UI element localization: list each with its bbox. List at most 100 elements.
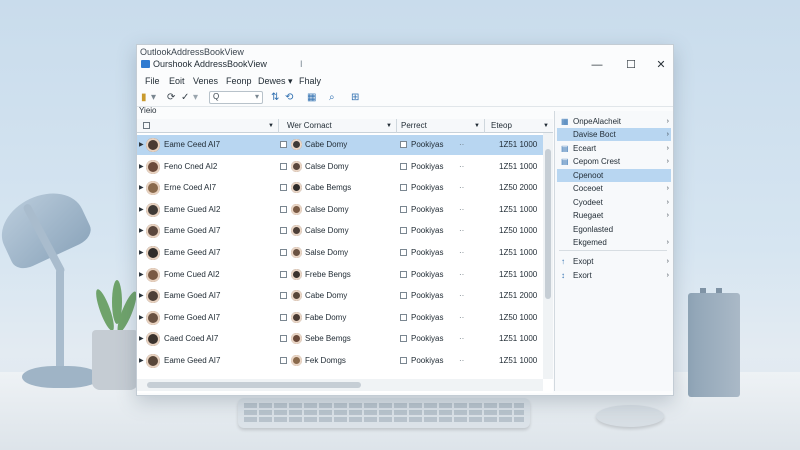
sync-icon[interactable]: ⟲	[285, 92, 293, 104]
avatar	[146, 159, 160, 174]
context-menu-item[interactable]: Cpenoot	[557, 169, 671, 182]
refresh-icon[interactable]: ⟳	[167, 92, 175, 104]
context-menu-item[interactable]: ↕ Exort ›	[557, 269, 671, 282]
row-checkbox[interactable]	[280, 184, 287, 192]
mouse	[596, 405, 664, 427]
menu-view[interactable]: Venes	[193, 76, 218, 86]
row-checkbox[interactable]	[280, 205, 287, 213]
row-checkbox[interactable]	[400, 292, 407, 300]
context-menu-item[interactable]: Ruegaet ›	[557, 209, 671, 222]
row-checkbox[interactable]	[280, 227, 287, 235]
context-menu-item[interactable]: ▦ OnpeAlacheit ›	[557, 115, 671, 128]
table-row[interactable]: ▶ Eame Goed AI7 Cabe Domy Pookiyas ·· 1Z51 20…	[137, 286, 543, 306]
row-checkbox[interactable]	[280, 335, 287, 343]
expand-arrow-icon[interactable]: ▶	[139, 135, 144, 155]
table-row[interactable]: ▶ Eame Geed AI7 Fek Domgs Pookiyas ·· 1Z51 10…	[137, 351, 543, 371]
horizontal-scrollbar[interactable]	[137, 379, 543, 391]
row-checkbox[interactable]	[400, 227, 407, 235]
menu-item-icon: ▤	[561, 144, 569, 153]
expand-arrow-icon[interactable]: ▶	[139, 308, 144, 328]
dropdown-icon[interactable]: ▾	[193, 92, 198, 104]
title-bar[interactable]: Ourshook AddressBookView I — ☐ ✕	[137, 57, 673, 73]
column-header-product[interactable]: Perrect ▼	[397, 119, 485, 133]
table-row[interactable]: ▶ Eame Gued AI2 Calse Domy Pookiyas ·· 1Z51 1…	[137, 200, 543, 220]
select-all-checkbox[interactable]	[143, 122, 150, 129]
open-folder-icon[interactable]: ▮	[141, 92, 147, 104]
product-cell: Pookiyas	[411, 312, 444, 322]
menu-file[interactable]: File	[145, 76, 160, 86]
row-checkbox[interactable]	[280, 249, 287, 256]
expand-arrow-icon[interactable]: ▶	[139, 243, 144, 263]
context-menu-item[interactable]: Davise Boct ›	[557, 128, 671, 141]
report-icon[interactable]: ▦	[307, 92, 316, 104]
menu-devices[interactable]: Dewes ▾	[258, 76, 293, 87]
scroll-thumb[interactable]	[147, 382, 361, 388]
expand-arrow-icon[interactable]: ▶	[139, 221, 144, 241]
menu-options[interactable]: Feonp	[226, 76, 252, 86]
chevron-right-icon: ›	[666, 185, 669, 192]
avatar	[291, 333, 302, 345]
extra-dots: ··	[459, 140, 465, 149]
expand-arrow-icon[interactable]: ▶	[139, 157, 144, 177]
row-checkbox[interactable]	[280, 162, 287, 170]
expand-arrow-icon[interactable]: ▶	[139, 265, 144, 285]
table-row[interactable]: ▶ Eame Geed AI7 Salse Domy Pookiyas ·· 1Z51 1…	[137, 243, 543, 263]
minimize-button[interactable]: —	[583, 57, 611, 73]
find-icon[interactable]: ⌕	[329, 92, 335, 104]
row-checkbox[interactable]	[280, 357, 287, 364]
context-menu-item[interactable]: Coceoet ›	[557, 182, 671, 195]
context-menu-item[interactable]: ▤ Eceart ›	[557, 142, 671, 155]
table-row[interactable]: ▶ Caed Coed AI7 Sebe Bemgs Pookiyas ·· 1Z51 1…	[137, 329, 543, 349]
chevron-right-icon: ›	[666, 258, 669, 265]
maximize-button[interactable]: ☐	[617, 57, 645, 73]
dropdown-icon[interactable]: ▾	[151, 92, 156, 104]
table-row[interactable]: ▶ Erne Coed AI7 Cabe Bemgs Pookiyas ·· 1Z50 2…	[137, 178, 543, 198]
table-row[interactable]: ▶ Eame Goed AI7 Calse Domy Pookiyas ·· 1Z50 1…	[137, 221, 543, 241]
grid-view-icon[interactable]: ⊞	[351, 92, 359, 104]
table-row[interactable]: ▶ Feno Cned AI2 Calse Domy Pookiyas ·· 1Z51 1…	[137, 157, 543, 177]
row-checkbox[interactable]	[280, 313, 287, 321]
row-checkbox[interactable]	[280, 270, 287, 278]
expand-arrow-icon[interactable]: ▶	[139, 200, 144, 220]
table-row[interactable]: ▶ Fome Goed AI7 Fabe Domy Pookiyas ·· 1Z50 10…	[137, 308, 543, 328]
row-checkbox[interactable]	[280, 141, 287, 148]
properties-icon[interactable]: ⇅	[271, 92, 279, 104]
row-checkbox[interactable]	[400, 249, 407, 256]
context-menu-item[interactable]: Egonlasted	[557, 223, 671, 236]
search-icon: Q	[213, 92, 220, 101]
column-header-contact[interactable]: Wer Cornact ▼	[283, 119, 397, 133]
product-cell: Pookiyas	[411, 140, 444, 149]
row-checkbox[interactable]	[400, 205, 407, 213]
scroll-thumb[interactable]	[545, 149, 551, 299]
avatar	[146, 332, 160, 347]
table-row[interactable]: ▶ Eame Ceed AI7 Cabe Domy Pookiyas ·· 1Z51 10…	[137, 135, 543, 155]
expand-arrow-icon[interactable]: ▶	[139, 351, 144, 371]
menu-help[interactable]: Fhaly	[299, 76, 321, 86]
close-button[interactable]: ✕	[647, 57, 673, 73]
phone-cell: 1Z51 1000	[499, 356, 538, 365]
expand-arrow-icon[interactable]: ▶	[139, 286, 144, 306]
row-checkbox[interactable]	[400, 313, 407, 321]
column-header-name[interactable]: ▼	[137, 119, 279, 133]
column-header-extra[interactable]: Eteop ▼	[487, 119, 553, 133]
row-checkbox[interactable]	[400, 270, 407, 278]
context-menu-item[interactable]: ▤ Cepom Crest ›	[557, 155, 671, 168]
row-checkbox[interactable]	[400, 162, 407, 170]
context-menu-item[interactable]: Cyodeet ›	[557, 196, 671, 209]
search-input[interactable]: Q ▾	[209, 91, 263, 104]
row-checkbox[interactable]	[400, 357, 407, 364]
context-menu-item[interactable]: Ekgemed ›	[557, 236, 671, 249]
extra-dots: ··	[459, 161, 465, 171]
row-checkbox[interactable]	[400, 335, 407, 343]
check-icon[interactable]: ✓	[181, 92, 189, 104]
expand-arrow-icon[interactable]: ▶	[139, 329, 144, 349]
row-checkbox[interactable]	[280, 292, 287, 300]
vertical-scrollbar[interactable]	[543, 133, 553, 379]
row-checkbox[interactable]	[400, 184, 407, 192]
menu-edit[interactable]: Eoit	[169, 76, 185, 86]
contact-display-name: Cabe Bemgs	[305, 183, 352, 193]
context-menu-item[interactable]: ↑ Exopt ›	[557, 255, 671, 268]
expand-arrow-icon[interactable]: ▶	[139, 178, 144, 198]
row-checkbox[interactable]	[400, 141, 407, 148]
table-row[interactable]: ▶ Fome Cued AI2 Frebe Bengs Pookiyas ·· 1Z51 …	[137, 265, 543, 285]
